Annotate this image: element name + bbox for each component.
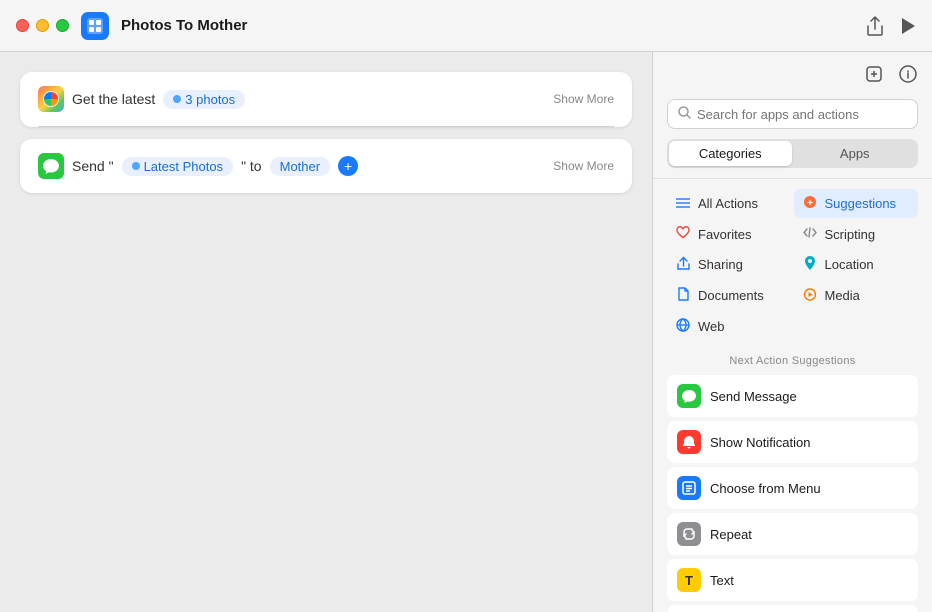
category-suggestions[interactable]: + Suggestions: [794, 189, 919, 218]
send-message-suggestion-icon: [677, 384, 701, 408]
send-message-content: Send " Latest Photos " to Mother +: [38, 153, 358, 179]
title-bar: Photos To Mother: [0, 0, 932, 52]
send-message-inner: Send " Latest Photos " to Mother + Show …: [20, 139, 632, 193]
category-documents[interactable]: Documents: [667, 281, 792, 310]
choose-from-menu-icon: [677, 476, 701, 500]
category-favorites[interactable]: Favorites: [667, 220, 792, 248]
show-notification-label: Show Notification: [710, 435, 810, 450]
sharing-label: Sharing: [698, 257, 743, 272]
close-button[interactable]: [16, 19, 29, 32]
photos-app-icon: [38, 86, 64, 112]
categories-toggle[interactable]: Categories: [669, 141, 792, 166]
messages-app-icon: [38, 153, 64, 179]
repeat-label: Repeat: [710, 527, 752, 542]
main-content: Get the latest 3 photos Show More: [0, 52, 932, 612]
get-latest-content: Get the latest 3 photos: [38, 86, 245, 112]
scripting-icon: [802, 226, 818, 242]
share-button[interactable]: [866, 16, 884, 36]
suggestions-label: Suggestions: [825, 196, 897, 211]
all-actions-label: All Actions: [698, 196, 758, 211]
choose-from-menu-label: Choose from Menu: [710, 481, 821, 496]
repeat-icon: [677, 522, 701, 546]
suggestions-section-label: Next Action Suggestions: [667, 355, 918, 367]
app-icon: [81, 12, 109, 40]
right-sidebar: Categories Apps All Actions: [652, 52, 932, 612]
minimize-button[interactable]: [36, 19, 49, 32]
window-title: Photos To Mother: [121, 17, 854, 34]
suggestions-icon: +: [802, 195, 818, 212]
add-to-shortcuts-button[interactable]: [864, 64, 884, 89]
category-web[interactable]: Web: [667, 312, 792, 341]
sharing-icon: [675, 256, 691, 273]
suggestions-section: Next Action Suggestions Send Message: [667, 355, 918, 612]
suggestion-send-message[interactable]: Send Message: [667, 375, 918, 417]
media-icon: [802, 287, 818, 304]
suggestion-text[interactable]: T Text: [667, 559, 918, 601]
svg-text:+: +: [807, 198, 813, 209]
search-input[interactable]: [697, 107, 907, 122]
send-text-before: Send ": [72, 158, 114, 174]
add-recipient-button[interactable]: +: [338, 156, 358, 176]
maximize-button[interactable]: [56, 19, 69, 32]
suggestion-show-notification[interactable]: Show Notification: [667, 421, 918, 463]
documents-icon: [675, 287, 691, 304]
send-text-to: " to: [241, 158, 262, 174]
get-latest-inner: Get the latest 3 photos Show More: [20, 72, 632, 126]
send-message-card: Send " Latest Photos " to Mother + Show …: [20, 139, 632, 193]
documents-label: Documents: [698, 288, 764, 303]
run-button[interactable]: [900, 17, 916, 35]
categories-grid: All Actions + Suggestions: [667, 189, 918, 341]
scripting-label: Scripting: [825, 227, 876, 242]
suggestion-repeat[interactable]: Repeat: [667, 513, 918, 555]
show-more-send[interactable]: Show More: [553, 159, 614, 173]
category-media[interactable]: Media: [794, 281, 919, 310]
favorites-label: Favorites: [698, 227, 751, 242]
sidebar-top-icons: [667, 64, 918, 89]
get-latest-card: Get the latest 3 photos Show More: [20, 72, 632, 127]
search-icon: [678, 106, 691, 122]
card-divider: [38, 126, 614, 127]
toggle-group: Categories Apps: [667, 139, 918, 168]
traffic-lights: [16, 19, 69, 32]
category-location[interactable]: Location: [794, 250, 919, 279]
location-icon: [802, 256, 818, 273]
all-actions-icon: [675, 196, 691, 212]
category-all-actions[interactable]: All Actions: [667, 189, 792, 218]
photos-count-token[interactable]: 3 photos: [163, 90, 245, 109]
search-bar[interactable]: [667, 99, 918, 129]
token-dot: [173, 95, 181, 103]
location-label: Location: [825, 257, 874, 272]
text-icon: T: [677, 568, 701, 592]
category-sharing[interactable]: Sharing: [667, 250, 792, 279]
suggestion-nothing[interactable]: Nothing: [667, 605, 918, 612]
media-label: Media: [825, 288, 860, 303]
apps-toggle[interactable]: Apps: [794, 141, 917, 166]
suggestion-choose-from-menu[interactable]: Choose from Menu: [667, 467, 918, 509]
category-scripting[interactable]: Scripting: [794, 220, 919, 248]
web-label: Web: [698, 319, 725, 334]
sidebar-header: Categories Apps: [653, 52, 932, 179]
title-actions: [866, 16, 916, 36]
text-label: Text: [710, 573, 734, 588]
web-icon: [675, 318, 691, 335]
get-latest-text: Get the latest: [72, 91, 155, 107]
workflow-panel: Get the latest 3 photos Show More: [0, 52, 652, 612]
contact-token[interactable]: Mother: [270, 157, 330, 176]
token-dot2: [132, 162, 140, 170]
favorites-icon: [675, 226, 691, 242]
sidebar-body: All Actions + Suggestions: [653, 179, 932, 612]
send-message-suggestion-label: Send Message: [710, 389, 797, 404]
info-button[interactable]: [898, 64, 918, 89]
show-notification-icon: [677, 430, 701, 454]
show-more-get-latest[interactable]: Show More: [553, 92, 614, 106]
latest-photos-token[interactable]: Latest Photos: [122, 157, 234, 176]
